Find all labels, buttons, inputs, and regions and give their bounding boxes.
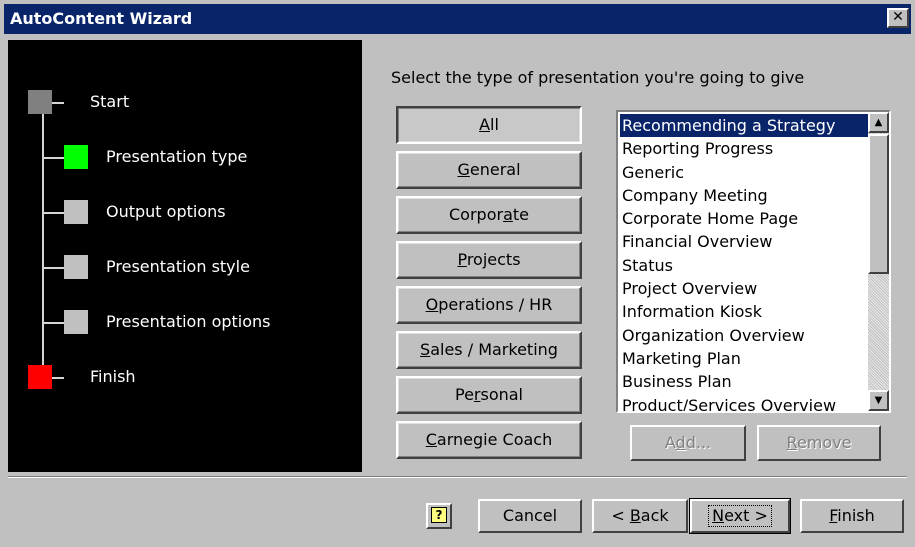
category-label-post: sonal xyxy=(480,385,523,404)
remove-label-key: R xyxy=(786,433,797,452)
step-connector xyxy=(43,267,64,269)
list-item[interactable]: Product/Services Overview xyxy=(620,394,868,411)
arrow-down-icon: ▼ xyxy=(874,395,883,406)
list-item[interactable]: Company Meeting xyxy=(620,184,868,207)
presentation-listbox[interactable]: Recommending a Strategy Reporting Progres… xyxy=(616,110,891,413)
step-connector xyxy=(52,377,64,379)
back-button[interactable]: < Back xyxy=(592,499,688,533)
cancel-label: Cancel xyxy=(502,506,558,525)
step-connector xyxy=(43,322,64,324)
listbox-scrollbar[interactable]: ▲ ▼ xyxy=(868,112,889,411)
step-indicator xyxy=(28,90,52,114)
list-item[interactable]: Organization Overview xyxy=(620,324,868,347)
list-item[interactable]: Status xyxy=(620,254,868,277)
list-item[interactable]: Recommending a Strategy xyxy=(620,114,868,138)
prompt-text: Select the type of presentation you're g… xyxy=(391,68,805,87)
category-label-post: ales / Marketing xyxy=(430,340,558,359)
category-label-post: rojects xyxy=(466,250,521,269)
category-label-key: S xyxy=(420,340,431,359)
step-label: Finish xyxy=(90,367,136,386)
step-label: Start xyxy=(90,92,130,111)
add-label-key: d xyxy=(675,433,686,452)
steps-connector-line xyxy=(42,101,44,379)
next-label-key: N xyxy=(712,506,725,525)
category-button[interactable]: General xyxy=(396,151,582,189)
category-button[interactable]: Operations / HR xyxy=(396,286,582,324)
help-icon: ? xyxy=(431,507,447,523)
list-item[interactable]: Marketing Plan xyxy=(620,347,868,370)
remove-button[interactable]: Remove xyxy=(757,425,881,461)
next-button[interactable]: Next > xyxy=(689,498,791,534)
finish-button[interactable]: Finish xyxy=(800,499,904,533)
category-button[interactable]: All xyxy=(396,106,582,144)
step-connector xyxy=(43,212,64,214)
list-item[interactable]: Corporate Home Page xyxy=(620,207,868,230)
category-label-key: a xyxy=(503,205,513,224)
back-label-post: ack xyxy=(640,506,669,525)
title-bar: AutoContent Wizard ✕ xyxy=(4,4,911,34)
autocontent-wizard-window: AutoContent Wizard ✕ Start Presentation t… xyxy=(0,0,915,547)
step-label: Presentation style xyxy=(106,257,250,276)
wizard-steps-panel: Start Presentation type Output options Pres… xyxy=(8,40,362,472)
step-indicator xyxy=(64,255,88,279)
category-button[interactable]: Corporate xyxy=(396,196,582,234)
category-button[interactable]: Carnegie Coach xyxy=(396,421,582,459)
back-label-key: B xyxy=(629,506,641,525)
category-label-key: O xyxy=(425,295,439,314)
category-label-pre: Corpor xyxy=(449,205,504,224)
step-indicator xyxy=(64,200,88,224)
help-button[interactable]: ? xyxy=(426,503,452,529)
cancel-button[interactable]: Cancel xyxy=(478,499,582,533)
list-item[interactable]: Financial Overview xyxy=(620,230,868,253)
step-label: Presentation options xyxy=(106,312,271,331)
list-item[interactable]: Business Plan xyxy=(620,370,868,393)
list-item[interactable]: Project Overview xyxy=(620,277,868,300)
step-label: Output options xyxy=(106,202,226,221)
close-button[interactable]: ✕ xyxy=(887,8,909,28)
add-label-post: d... xyxy=(685,433,712,452)
window-title: AutoContent Wizard xyxy=(10,9,193,28)
list-item[interactable]: Reporting Progress xyxy=(620,137,868,160)
add-label-pre: A xyxy=(664,433,676,452)
step-indicator xyxy=(64,145,88,169)
category-label-pre: Pe xyxy=(454,385,474,404)
category-label-post: arnegie Coach xyxy=(436,430,553,449)
scroll-thumb[interactable] xyxy=(868,134,889,274)
arrow-up-icon: ▲ xyxy=(874,117,883,128)
scroll-up-button[interactable]: ▲ xyxy=(868,112,889,133)
scroll-down-button[interactable]: ▼ xyxy=(868,390,889,411)
step-indicator xyxy=(28,365,52,389)
step-label: Presentation type xyxy=(106,147,248,166)
step-connector xyxy=(43,157,64,159)
remove-label-post: emove xyxy=(796,433,852,452)
back-label-pre: < xyxy=(611,506,630,525)
category-label-post: perations / HR xyxy=(438,295,553,314)
step-indicator xyxy=(64,310,88,334)
category-label-key: C xyxy=(425,430,437,449)
finish-label-post: inish xyxy=(837,506,875,525)
category-button[interactable]: Projects xyxy=(396,241,582,279)
category-label-key: A xyxy=(479,115,491,134)
next-label-post: ext > xyxy=(724,506,768,525)
category-label-post: te xyxy=(512,205,529,224)
category-label-key: P xyxy=(457,250,467,269)
footer-separator-highlight xyxy=(8,477,907,478)
category-label-post: eneral xyxy=(469,160,521,179)
list-item[interactable]: Generic xyxy=(620,161,868,184)
next-focus-rect: Next > xyxy=(708,505,772,527)
category-button[interactable]: Sales / Marketing xyxy=(396,331,582,369)
add-button[interactable]: Add... xyxy=(630,425,746,461)
category-label-key: G xyxy=(457,160,470,179)
close-icon: ✕ xyxy=(892,9,904,25)
step-connector xyxy=(52,102,64,104)
list-item[interactable]: Information Kiosk xyxy=(620,300,868,323)
category-button[interactable]: Personal xyxy=(396,376,582,414)
category-label-post: ll xyxy=(490,115,499,134)
